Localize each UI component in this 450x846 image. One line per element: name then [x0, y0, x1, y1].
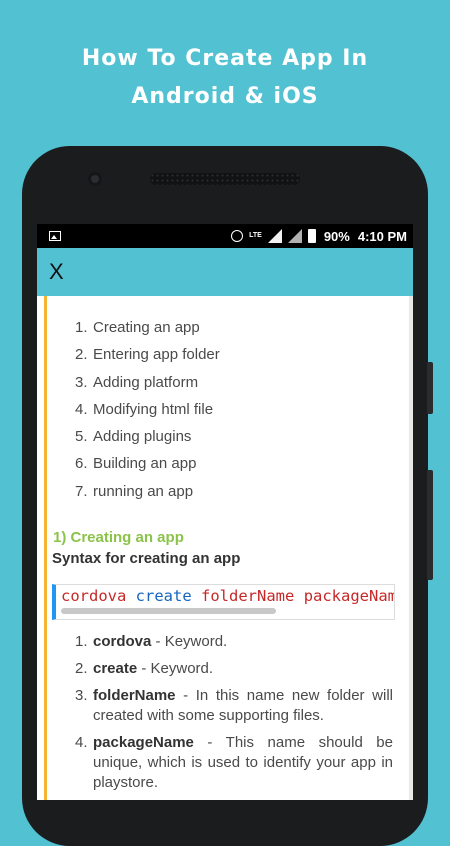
scrollbar-track[interactable]	[409, 296, 413, 800]
list-number: 1.	[75, 633, 88, 650]
toc-label: Creating an app	[93, 319, 200, 336]
volume-button	[427, 362, 433, 414]
toc-number: 1.	[75, 319, 88, 336]
term: cordova	[93, 633, 152, 650]
battery-percent: 90%	[323, 228, 350, 244]
toc-label: Modifying html file	[93, 400, 214, 418]
code-token: packageName	[303, 587, 394, 605]
signal-icon	[267, 229, 282, 243]
lte-icon: LTE	[249, 232, 262, 239]
front-camera	[88, 172, 102, 186]
list-number: 3.	[75, 687, 88, 704]
toc-number: 2.	[75, 346, 88, 364]
list-item: 2. create - Keyword.	[75, 659, 393, 679]
battery-icon	[307, 229, 316, 243]
toc-item[interactable]: 3. Adding platform	[75, 373, 220, 400]
definition-list: 1. cordova - Keyword. 2. create - Keyword.…	[75, 632, 393, 800]
promo-title-line2: Android & iOS	[131, 84, 319, 109]
close-button[interactable]: X	[49, 259, 64, 285]
section-subheading: Syntax for creating an app	[52, 550, 241, 567]
code-token: create	[135, 587, 192, 605]
toc-number: 7.	[75, 482, 88, 500]
image-notification-icon	[49, 231, 61, 241]
list-item: 3. folderName - In this name new folder w…	[75, 686, 393, 726]
earpiece-speaker	[150, 173, 300, 185]
toc-number: 3.	[75, 373, 88, 391]
code-token: folderName	[201, 587, 295, 605]
term: create	[93, 660, 138, 677]
toc-item[interactable]: 4. Modifying html file	[75, 400, 220, 427]
signal-icon-2	[287, 229, 302, 243]
toc-label: running an app	[93, 482, 194, 500]
code-token: cordova	[61, 587, 127, 605]
toc-label: Adding platform	[93, 373, 199, 391]
accent-bar	[44, 296, 47, 800]
toc-label: Building an app	[93, 455, 197, 473]
list-number: 2.	[75, 660, 88, 677]
article-content[interactable]: 1. Creating an app 2. Entering app folder …	[37, 296, 413, 800]
toc-label: Entering app folder	[93, 346, 220, 364]
promo-title-line1: How To Create App In	[81, 46, 369, 71]
alarm-icon	[231, 230, 244, 242]
list-item: 4. packageName - This name should be uniq…	[75, 733, 393, 793]
toc-number: 5.	[75, 428, 88, 446]
promo-title: How To Create App In Android & iOS	[0, 40, 450, 116]
list-number: 4.	[75, 734, 88, 751]
toc-item[interactable]: 1. Creating an app	[75, 318, 220, 345]
app-bar: X	[37, 248, 413, 296]
toc-number: 6.	[75, 455, 88, 473]
toc-number: 4.	[75, 400, 88, 418]
power-button	[427, 470, 433, 580]
description: - Keyword.	[151, 633, 228, 650]
description: - Keyword.	[137, 660, 214, 677]
code-horizontal-scrollbar[interactable]	[61, 608, 276, 614]
code-line: cordova create folderName packageName	[61, 587, 394, 605]
term: folderName	[93, 687, 176, 704]
table-of-contents: 1. Creating an app 2. Entering app folder …	[75, 318, 220, 509]
toc-item[interactable]: 7. running an app	[75, 482, 220, 509]
toc-label: Adding plugins	[93, 428, 192, 446]
toc-item[interactable]: 2. Entering app folder	[75, 345, 220, 372]
status-bar: LTE 90% 4:10 PM	[37, 224, 413, 248]
term: packageName	[93, 734, 194, 751]
toc-item[interactable]: 6. Building an app	[75, 454, 220, 481]
list-item: 1. cordova - Keyword.	[75, 632, 393, 652]
section-heading: 1) Creating an app	[53, 529, 184, 546]
phone-screen: LTE 90% 4:10 PM X 1. Creating an app 2. En…	[37, 224, 413, 800]
toc-item[interactable]: 5. Adding plugins	[75, 427, 220, 454]
code-block[interactable]: cordova create folderName packageName	[52, 584, 395, 620]
clock: 4:10 PM	[357, 228, 407, 244]
